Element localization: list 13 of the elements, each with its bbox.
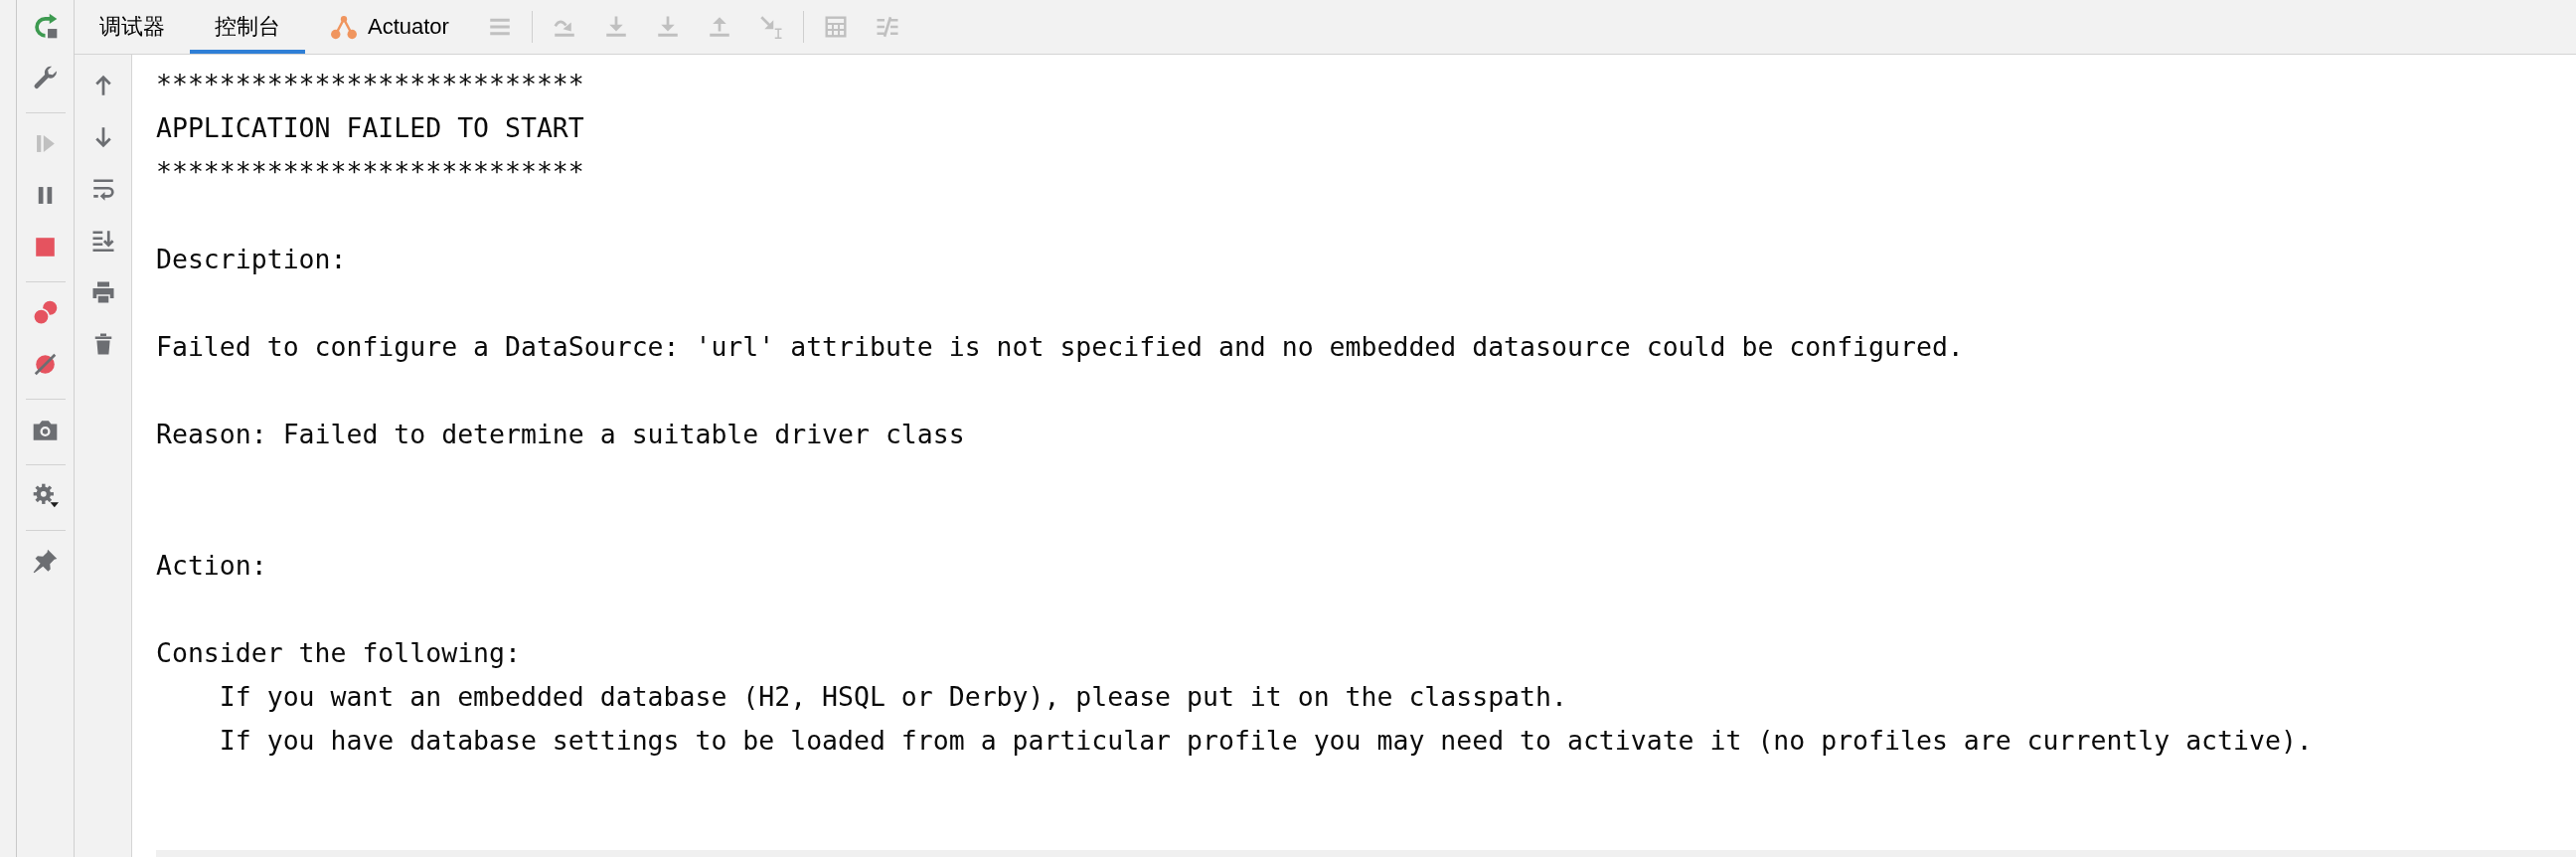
console-output: *************************** APPLICATION FAILED TO START *************************** Description: Failed to configure a DataSource: 'url' attribute is not specified and no embedded datasource could be configured. Reason: Failed to determine a suitable driver class Action: Consider the following: If you want an embedded database (H2, HSQL or Derby), please put it on the classpath. If you have database settings to be loaded from a particular profile you may need to activate it (no profiles are currently active). — [156, 68, 2313, 758]
nodes-icon — [330, 13, 358, 41]
tab[interactable]: 调试器 — [75, 0, 190, 54]
breakpoints-icon[interactable] — [32, 298, 59, 326]
rerun-icon[interactable] — [32, 12, 59, 40]
gear-icon[interactable] — [32, 481, 59, 509]
soft-wrap-icon[interactable] — [90, 177, 115, 201]
wrench-icon[interactable] — [32, 64, 59, 91]
tab[interactable]: Actuator — [305, 0, 474, 54]
tab[interactable]: 控制台 — [190, 0, 305, 54]
printer-icon[interactable] — [90, 280, 115, 304]
scroll-to-end-icon[interactable] — [90, 229, 115, 253]
pin-icon[interactable] — [32, 547, 59, 575]
